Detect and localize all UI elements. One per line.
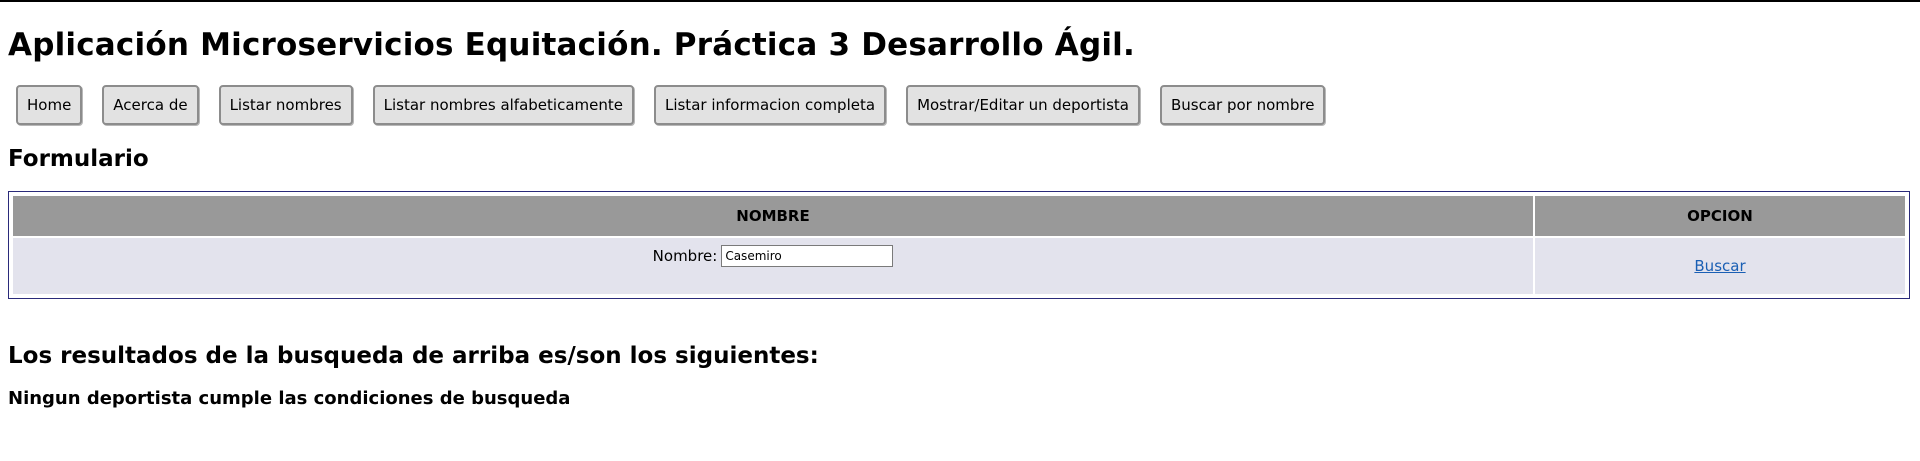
nav-button-home[interactable]: Home <box>16 85 83 125</box>
results-title: Los resultados de la busqueda de arriba … <box>8 343 819 369</box>
nav-button-mostrar-editar-deportista[interactable]: Mostrar/Editar un deportista <box>906 85 1140 125</box>
header-nombre: NOMBRE <box>13 196 1533 236</box>
form-header-row: NOMBRE OPCION <box>13 196 1905 236</box>
option-cell: Buscar <box>1535 238 1905 294</box>
name-cell: Nombre: <box>13 238 1533 294</box>
form-row: Nombre: Buscar <box>13 238 1905 294</box>
nav-button-listar-nombres-alfabeticamente[interactable]: Listar nombres alfabeticamente <box>372 85 634 125</box>
search-link[interactable]: Buscar <box>1694 257 1745 275</box>
name-input[interactable] <box>721 245 894 267</box>
header-opcion: OPCION <box>1535 196 1905 236</box>
top-border <box>0 0 1920 2</box>
page-content: Aplicación Microservicios Equitación. Pr… <box>0 26 1920 409</box>
nav-button-listar-nombres[interactable]: Listar nombres <box>218 85 353 125</box>
form-table: NOMBRE OPCION Nombre: Buscar <box>11 194 1907 296</box>
name-label: Nombre: <box>652 247 718 265</box>
page-title: Aplicación Microservicios Equitación. Pr… <box>8 27 1135 63</box>
nav-button-buscar-por-nombre[interactable]: Buscar por nombre <box>1159 85 1326 125</box>
name-field-group: Nombre: <box>653 245 894 267</box>
no-results-message: Ningun deportista cumple las condiciones… <box>8 388 571 409</box>
nav-button-listar-informacion-completa[interactable]: Listar informacion completa <box>653 85 887 125</box>
search-form: NOMBRE OPCION Nombre: Buscar <box>8 191 1910 299</box>
form-title: Formulario <box>8 146 149 172</box>
nav-bar: Home Acerca de Listar nombres Listar nom… <box>16 85 1912 125</box>
nav-button-acerca-de[interactable]: Acerca de <box>102 85 199 125</box>
